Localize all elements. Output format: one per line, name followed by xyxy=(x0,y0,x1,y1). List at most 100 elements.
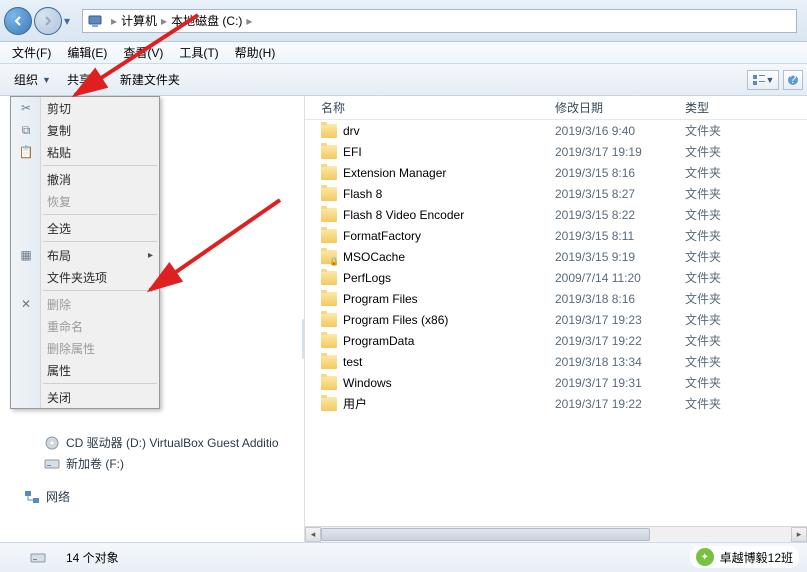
file-row[interactable]: Windows2019/3/17 19:31文件夹 xyxy=(305,372,807,393)
folder-icon xyxy=(321,292,337,306)
file-date: 2019/3/15 8:27 xyxy=(555,187,685,201)
file-date: 2019/3/17 19:31 xyxy=(555,376,685,390)
file-list-pane: 名称 修改日期 类型 drv2019/3/16 9:40文件夹EFI2019/3… xyxy=(305,96,807,542)
menu-layout[interactable]: ▦布局▸ xyxy=(11,244,159,266)
file-date: 2009/7/14 11:20 xyxy=(555,271,685,285)
drive-icon xyxy=(30,550,46,566)
menu-paste[interactable]: 📋粘贴 xyxy=(11,141,159,163)
forward-button[interactable] xyxy=(34,7,62,35)
menu-undo[interactable]: 撤消 xyxy=(11,168,159,190)
file-date: 2019/3/18 8:16 xyxy=(555,292,685,306)
file-type: 文件夹 xyxy=(685,164,765,181)
menu-redo: 恢复 xyxy=(11,190,159,212)
file-date: 2019/3/15 8:16 xyxy=(555,166,685,180)
menu-tools[interactable]: 工具(T) xyxy=(171,42,226,63)
file-row[interactable]: EFI2019/3/17 19:19文件夹 xyxy=(305,141,807,162)
file-name-label: test xyxy=(343,355,362,369)
nav-history-dropdown[interactable]: ▾ xyxy=(64,14,76,28)
file-name-label: Flash 8 xyxy=(343,187,382,201)
file-row[interactable]: drv2019/3/16 9:40文件夹 xyxy=(305,120,807,141)
folder-icon xyxy=(321,187,337,201)
file-row[interactable]: Flash 8 2019/3/15 8:27文件夹 xyxy=(305,183,807,204)
menu-delete: ✕删除 xyxy=(11,293,159,315)
organize-menu: ✂剪切 ⧉复制 📋粘贴 撤消 恢复 全选 ▦布局▸ 文件夹选项 ✕删除 重命名 … xyxy=(10,96,160,409)
file-row[interactable]: Program Files2019/3/18 8:16文件夹 xyxy=(305,288,807,309)
folder-icon xyxy=(321,271,337,285)
file-name-label: FormatFactory xyxy=(343,229,421,243)
scroll-left-button[interactable]: ◂ xyxy=(305,527,321,542)
tree-new-volume[interactable]: 新加卷 (F:) xyxy=(0,453,304,474)
file-type: 文件夹 xyxy=(685,353,765,370)
folder-icon xyxy=(321,376,337,390)
chevron-down-icon: ▼ xyxy=(42,75,51,85)
menu-view[interactable]: 查看(V) xyxy=(115,42,171,63)
main-area: ✂剪切 ⧉复制 📋粘贴 撤消 恢复 全选 ▦布局▸ 文件夹选项 ✕删除 重命名 … xyxy=(0,96,807,542)
file-row[interactable]: PerfLogs2009/7/14 11:20文件夹 xyxy=(305,267,807,288)
menu-remove-props: 删除属性 xyxy=(11,337,159,359)
chevron-down-icon: ▼ xyxy=(95,75,104,85)
help-button[interactable]: ? xyxy=(783,70,803,90)
file-date: 2019/3/17 19:19 xyxy=(555,145,685,159)
scroll-right-button[interactable]: ▸ xyxy=(791,527,807,542)
file-type: 文件夹 xyxy=(685,185,765,202)
tree-network[interactable]: 网络 xyxy=(0,486,304,507)
delete-icon: ✕ xyxy=(18,296,34,312)
file-row[interactable]: ProgramData2019/3/17 19:22文件夹 xyxy=(305,330,807,351)
share-button[interactable]: 共享▼ xyxy=(59,67,112,92)
breadcrumb-part[interactable]: 本地磁盘 (C:) xyxy=(171,12,242,29)
file-date: 2019/3/16 9:40 xyxy=(555,124,685,138)
toolbar: 组织▼ 共享▼ 新建文件夹 ▼ ? xyxy=(0,64,807,96)
tree-cd-drive[interactable]: CD 驱动器 (D:) VirtualBox Guest Additio xyxy=(0,432,304,453)
back-button[interactable] xyxy=(4,7,32,35)
folder-icon xyxy=(321,334,337,348)
layout-icon: ▦ xyxy=(18,247,34,263)
menu-close[interactable]: 关闭 xyxy=(11,386,159,408)
menu-copy[interactable]: ⧉复制 xyxy=(11,119,159,141)
wechat-icon: ✦ xyxy=(696,548,714,566)
status-count: 14 个对象 xyxy=(66,549,119,566)
file-date: 2019/3/17 19:23 xyxy=(555,313,685,327)
file-name-label: Program Files (x86) xyxy=(343,313,448,327)
menu-select-all[interactable]: 全选 xyxy=(11,217,159,239)
file-row[interactable]: Flash 8 Video Encoder2019/3/15 8:22文件夹 xyxy=(305,204,807,225)
menu-bar: 文件(F) 编辑(E) 查看(V) 工具(T) 帮助(H) xyxy=(0,42,807,64)
menu-folder-options[interactable]: 文件夹选项 xyxy=(11,266,159,288)
menu-cut[interactable]: ✂剪切 xyxy=(11,97,159,119)
file-name-label: Extension Manager xyxy=(343,166,446,180)
file-name-label: MSOCache xyxy=(343,250,405,264)
folder-icon xyxy=(321,355,337,369)
file-row[interactable]: 用户2019/3/17 19:22文件夹 xyxy=(305,393,807,414)
breadcrumb-part[interactable]: 计算机 xyxy=(121,12,157,29)
file-row[interactable]: FormatFactory2019/3/15 8:11文件夹 xyxy=(305,225,807,246)
menu-help[interactable]: 帮助(H) xyxy=(227,42,284,63)
chevron-right-icon: ▸ xyxy=(246,14,252,28)
file-row[interactable]: MSOCache2019/3/15 9:19文件夹 xyxy=(305,246,807,267)
breadcrumb[interactable]: ▸ 计算机 ▸ 本地磁盘 (C:) ▸ xyxy=(82,9,797,33)
view-mode-button[interactable]: ▼ xyxy=(747,70,779,90)
file-row[interactable]: test2019/3/18 13:34文件夹 xyxy=(305,351,807,372)
file-date: 2019/3/15 8:11 xyxy=(555,229,685,243)
file-date: 2019/3/17 19:22 xyxy=(555,334,685,348)
column-date[interactable]: 修改日期 xyxy=(555,99,685,116)
file-type: 文件夹 xyxy=(685,143,765,160)
column-type[interactable]: 类型 xyxy=(685,99,765,116)
new-folder-button[interactable]: 新建文件夹 xyxy=(112,67,188,92)
file-row[interactable]: Extension Manager 2019/3/15 8:16文件夹 xyxy=(305,162,807,183)
menu-properties[interactable]: 属性 xyxy=(11,359,159,381)
menu-file[interactable]: 文件(F) xyxy=(4,42,59,63)
file-date: 2019/3/15 9:19 xyxy=(555,250,685,264)
menu-edit[interactable]: 编辑(E) xyxy=(59,42,115,63)
file-name-label: ProgramData xyxy=(343,334,414,348)
organize-button[interactable]: 组织▼ xyxy=(6,67,59,92)
horizontal-scrollbar[interactable]: ◂ ▸ xyxy=(305,526,807,542)
column-name[interactable]: 名称 xyxy=(305,99,555,116)
file-name-label: PerfLogs xyxy=(343,271,391,285)
file-row[interactable]: Program Files (x86)2019/3/17 19:23文件夹 xyxy=(305,309,807,330)
column-headers: 名称 修改日期 类型 xyxy=(305,96,807,120)
file-date: 2019/3/15 8:22 xyxy=(555,208,685,222)
file-type: 文件夹 xyxy=(685,290,765,307)
folder-icon xyxy=(321,166,337,180)
scroll-thumb[interactable] xyxy=(321,528,650,541)
paste-icon: 📋 xyxy=(18,144,34,160)
file-type: 文件夹 xyxy=(685,395,765,412)
